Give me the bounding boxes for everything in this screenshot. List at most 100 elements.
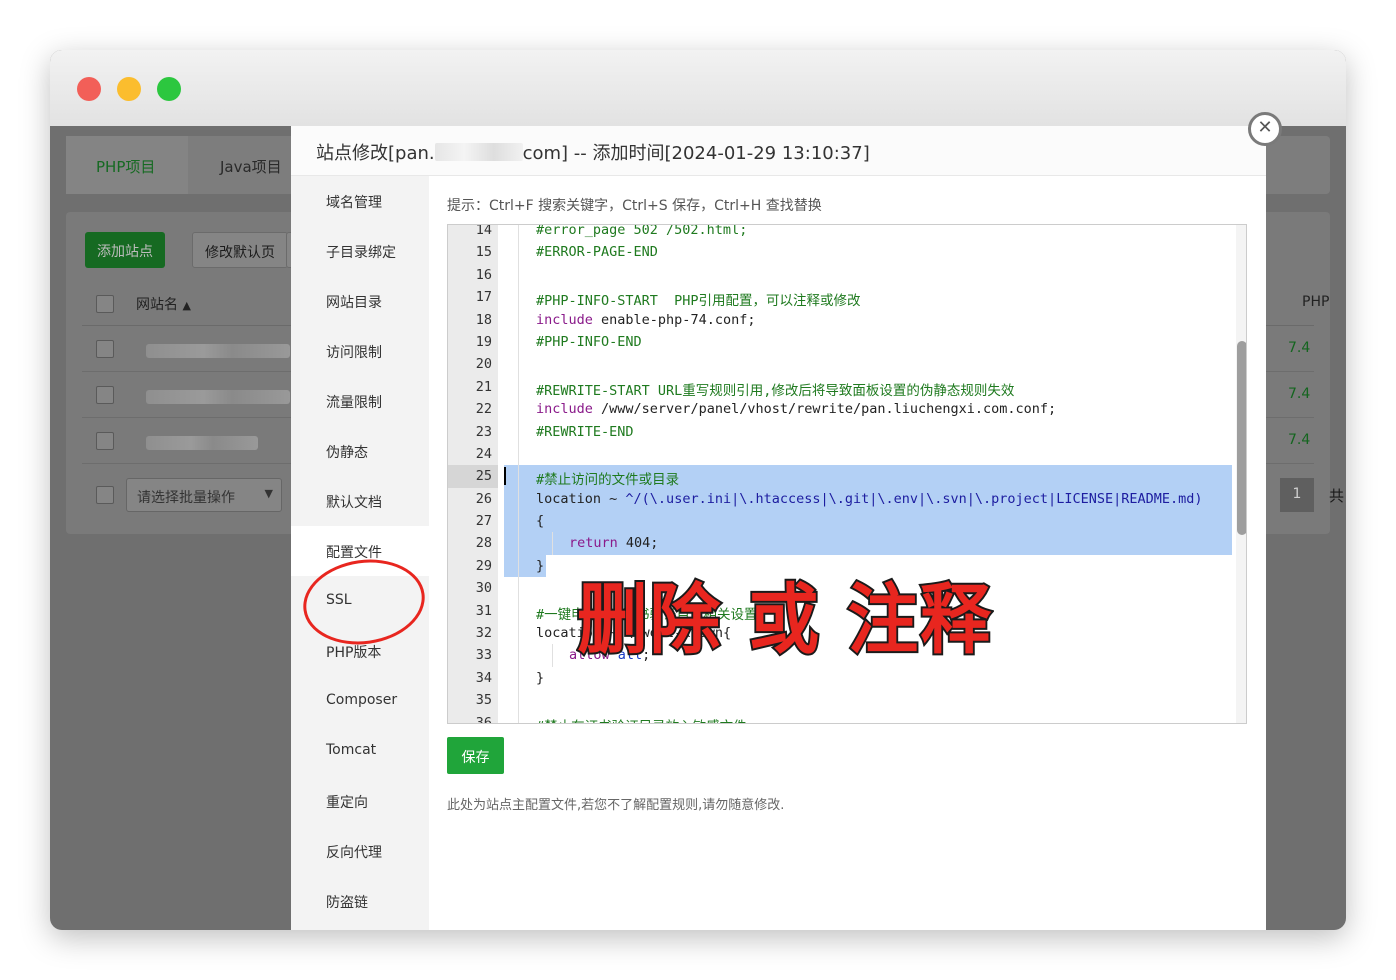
line-number: 18 — [475, 311, 492, 328]
sidebar-item-rewrite[interactable]: 伪静态 — [291, 426, 429, 476]
code-line[interactable]: 18 include enable-php-74.conf; — [448, 308, 1246, 331]
dialog-title: 站点修改[pan. com] -- 添加时间[2024-01-29 13:10:3… — [316, 143, 870, 164]
line-number: 36 — [475, 714, 492, 724]
line-number: 32 — [475, 625, 492, 642]
maximize-window-icon[interactable] — [157, 77, 181, 101]
code-line[interactable]: 14 #error_page 502 /502.html; — [448, 224, 1246, 242]
indent-guide — [518, 225, 519, 242]
indent-guide — [518, 622, 519, 645]
code-line[interactable]: 27 { — [448, 510, 1246, 533]
code-line[interactable]: 26 location ~ ^/(\.user.ini|\.htaccess|\.… — [448, 487, 1246, 511]
code-line[interactable]: 25 #禁止访问的文件或目录 — [448, 465, 1246, 488]
code-keyword: return — [569, 535, 618, 552]
code-line[interactable]: 16 — [448, 263, 1246, 287]
indent-guide — [518, 465, 519, 488]
code-line[interactable]: 28 return 404; — [448, 532, 1246, 555]
edit-default-page-button[interactable]: 修改默认页 — [192, 232, 288, 268]
save-button[interactable]: 保存 — [447, 737, 504, 774]
code-text: { — [536, 513, 545, 530]
sidebar-item-traffic-limit[interactable]: 流量限制 — [291, 376, 429, 426]
line-number: 22 — [475, 401, 492, 418]
sidebar-item-redirect[interactable]: 重定向 — [291, 776, 429, 826]
row-checkbox[interactable] — [96, 432, 114, 450]
indent-guide — [518, 666, 519, 690]
line-number: 29 — [475, 557, 492, 574]
code-text: #error_page 502 /502.html; — [536, 224, 748, 238]
php-version[interactable]: 7.4 — [1288, 340, 1310, 356]
indent-guide — [552, 532, 553, 555]
indent-guide — [518, 308, 519, 331]
php-version[interactable]: 7.4 — [1288, 432, 1310, 448]
select-all-checkbox[interactable] — [96, 295, 114, 313]
line-number: 34 — [475, 669, 492, 686]
code-line[interactable]: 15 #ERROR-PAGE-END — [448, 241, 1246, 264]
code-keyword: include — [536, 401, 593, 418]
line-number: 15 — [475, 244, 492, 261]
sidebar-item-composer[interactable]: Composer — [291, 676, 429, 726]
code-operator: ~ — [601, 490, 626, 507]
text-cursor — [504, 467, 506, 486]
indent-guide — [518, 532, 519, 555]
indent-guide — [518, 644, 519, 667]
config-warning-note: 此处为站点主配置文件,若您不了解配置规则,请勿随意修改. — [447, 798, 785, 813]
sidebar-item-hotlink[interactable]: 防盗链 — [291, 876, 429, 926]
row-checkbox[interactable] — [96, 386, 114, 404]
code-text: location ~ ^/(\.user.ini|\.htaccess|\.gi… — [536, 490, 1203, 507]
tab-php[interactable]: PHP项目 — [96, 156, 155, 177]
line-number: 31 — [475, 602, 492, 619]
line-number: 33 — [475, 647, 492, 664]
indent-guide — [552, 644, 553, 667]
line-number: 27 — [475, 513, 492, 530]
line-number: 14 — [475, 224, 492, 238]
chevron-down-icon: ▼ — [264, 487, 273, 500]
code-line[interactable]: 19 #PHP-INFO-END — [448, 330, 1246, 354]
indent-guide — [518, 442, 519, 466]
sidebar-item-access-limit[interactable]: 访问限制 — [291, 326, 429, 376]
tab-java[interactable]: Java项目 — [220, 156, 282, 177]
sidebar-item-subdir[interactable]: 子目录绑定 — [291, 226, 429, 276]
indent-guide — [518, 487, 519, 511]
dialog-title-bar: 站点修改[pan. com] -- 添加时间[2024-01-29 13:10:3… — [291, 126, 1266, 176]
code-line[interactable]: 22 include /www/server/panel/vhost/rewrit… — [448, 398, 1246, 421]
code-line[interactable]: 17 #PHP-INFO-START PHP引用配置，可以注释或修改 — [448, 286, 1246, 309]
code-line[interactable]: 21 #REWRITE-START URL重写规则引用,修改后将导致面板设置的伪静… — [448, 375, 1246, 399]
indent-guide — [518, 375, 519, 399]
code-line[interactable]: 24 — [448, 442, 1246, 466]
batch-operation-select[interactable]: 请选择批量操作 ▼ — [126, 478, 282, 512]
code-line[interactable]: 36 #禁止在证书验证目录放入敏感文件 — [448, 711, 1246, 724]
indent-guide — [518, 577, 519, 600]
sidebar-item-domain[interactable]: 域名管理 — [291, 176, 429, 226]
indent-guide — [518, 554, 519, 578]
add-site-button[interactable]: 添加站点 — [85, 232, 165, 268]
sidebar-item-default-doc[interactable]: 默认文档 — [291, 476, 429, 526]
row-checkbox[interactable] — [96, 340, 114, 358]
code-line[interactable]: 34} — [448, 666, 1246, 690]
line-number: 23 — [475, 423, 492, 440]
code-line[interactable]: 35 — [448, 689, 1246, 712]
editor-scrollbar[interactable] — [1236, 225, 1246, 723]
code-line[interactable]: 23 #REWRITE-END — [448, 420, 1246, 443]
indent-guide — [518, 353, 519, 376]
code-text: return 404; — [569, 535, 659, 552]
sidebar-item-reverse-proxy[interactable]: 反向代理 — [291, 826, 429, 876]
sidebar-item-tomcat[interactable]: Tomcat — [291, 726, 429, 776]
sidebar-item-site-dir[interactable]: 网站目录 — [291, 276, 429, 326]
column-site-name[interactable]: 网站名 ▲ — [136, 294, 191, 314]
dialog-close-icon[interactable]: ✕ — [1248, 112, 1282, 146]
php-version[interactable]: 7.4 — [1288, 386, 1310, 402]
close-window-icon[interactable] — [77, 77, 101, 101]
indent-guide — [518, 330, 519, 354]
pager-current-page[interactable]: 1 — [1280, 478, 1314, 512]
scrollbar-thumb[interactable] — [1237, 341, 1246, 535]
minimize-window-icon[interactable] — [117, 77, 141, 101]
code-text: include /www/server/panel/vhost/rewrite/… — [536, 401, 1057, 418]
blurred-site-name — [146, 390, 290, 404]
code-keyword: include — [536, 311, 593, 328]
code-line[interactable]: 20 — [448, 353, 1246, 376]
batch-checkbox[interactable] — [96, 486, 114, 504]
line-number: 24 — [475, 445, 492, 462]
indent-guide — [518, 398, 519, 421]
indent-guide — [518, 711, 519, 723]
code-text: #ERROR-PAGE-END — [536, 244, 658, 261]
code-text: #REWRITE-END — [536, 423, 634, 440]
